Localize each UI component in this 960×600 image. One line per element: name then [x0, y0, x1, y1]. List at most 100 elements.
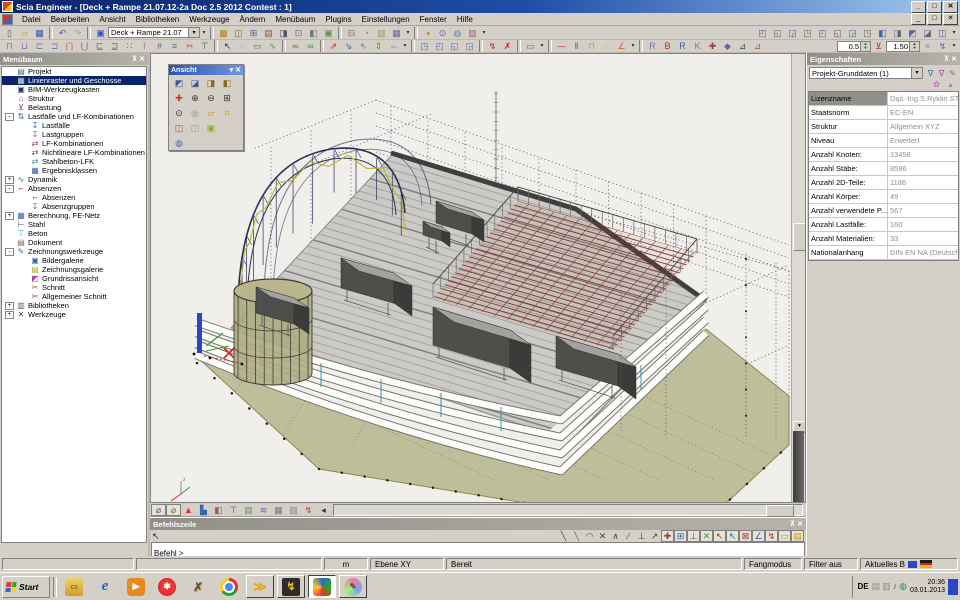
- taskbar-tools-app[interactable]: ✗: [184, 575, 212, 598]
- view-custom-icon[interactable]: ◫: [935, 27, 950, 39]
- undo-icon[interactable]: ↶: [55, 27, 70, 39]
- select-rect-icon[interactable]: ▭: [250, 40, 265, 52]
- draw-frame-icon[interactable]: ⊓: [584, 40, 599, 52]
- dropdown-arrow-icon[interactable]: ▾: [950, 40, 958, 52]
- sidebar-item-struktur[interactable]: ⌂Struktur: [2, 94, 146, 103]
- sidebar-item-nichtlineare-lf-kombinationen[interactable]: ⇄Nichtlineare LF-Kombinationen: [2, 148, 146, 157]
- snap-line-icon[interactable]: ╲: [557, 530, 570, 542]
- sidebar-item-bildergalerie[interactable]: ▣Bildergalerie: [2, 256, 146, 265]
- hscroll-thumb[interactable]: [766, 505, 794, 517]
- clean-icon[interactable]: ◑: [420, 27, 435, 39]
- rib-icon[interactable]: ⋃: [77, 40, 92, 52]
- zoom-out-icon[interactable]: ⊖: [203, 91, 219, 104]
- grid-1-icon[interactable]: ◳: [417, 40, 432, 52]
- clip-plane-icon[interactable]: ◫: [187, 121, 203, 134]
- load-panel-icon[interactable]: ∷: [122, 40, 137, 52]
- snap-length-icon[interactable]: ↯: [765, 530, 778, 542]
- snap-cross-icon[interactable]: ✕: [596, 530, 609, 542]
- menu-datei[interactable]: Datei: [17, 14, 46, 25]
- sidebar-item-bibliotheken[interactable]: +▥Bibliotheken: [2, 301, 146, 310]
- sidebar-item-bim-werkzeugkasten[interactable]: ▣BIM-Werkzeugkasten: [2, 85, 146, 94]
- render-wire-icon[interactable]: ⌀: [151, 504, 166, 516]
- rotate-icon[interactable]: ⇖: [356, 40, 371, 52]
- vscroll-thumb[interactable]: [793, 223, 806, 251]
- property-row[interactable]: Anzahl Materialien:33: [809, 232, 958, 246]
- render-mode-icon[interactable]: ▣: [203, 121, 219, 134]
- show-labels-icon[interactable]: ◧: [211, 504, 226, 516]
- show-nodes-icon[interactable]: ⊤: [226, 504, 241, 516]
- menu-bibliotheken[interactable]: Bibliotheken: [131, 14, 185, 25]
- move-icon[interactable]: ⇗: [326, 40, 341, 52]
- opening-icon[interactable]: ⊑: [92, 40, 107, 52]
- property-row[interactable]: NationalanhangDIN EN NA (Deutschlan...: [809, 246, 958, 260]
- draw-circle-icon[interactable]: ○: [599, 40, 614, 52]
- unlink-icon[interactable]: ∞: [303, 40, 318, 52]
- model-viewport[interactable]: z x Ansicht ▾✕ ◩◪◨◧✚⊕⊖⊞⊙◎▱¤◫◫▣◍ ▼: [150, 53, 806, 503]
- zoom-doc-icon[interactable]: ⊙: [435, 27, 450, 39]
- snap-box-icon[interactable]: ▭: [778, 530, 791, 542]
- status-snap-mode[interactable]: Fangmodus: [744, 558, 802, 570]
- view-bottom-icon[interactable]: ◱: [830, 27, 845, 39]
- export-icon[interactable]: ▦: [389, 27, 404, 39]
- grid-2-icon[interactable]: ◰: [432, 40, 447, 52]
- label-r1-icon[interactable]: R: [645, 40, 660, 52]
- close-icon[interactable]: ✕: [139, 55, 145, 63]
- dropdown-arrow-icon[interactable]: ▾: [538, 40, 546, 52]
- property-row[interactable]: Anzahl Stäbe:8586: [809, 162, 958, 176]
- grid-3-icon[interactable]: ◱: [447, 40, 462, 52]
- property-row[interactable]: NiveauErweitert: [809, 134, 958, 148]
- status-filter[interactable]: Filter aus: [804, 558, 858, 570]
- link-icon[interactable]: ∞: [288, 40, 303, 52]
- diamond-icon[interactable]: ◆: [720, 40, 735, 52]
- snap-size-spinner[interactable]: 0.5▲▼: [837, 41, 871, 52]
- sidebar-item-allgemeiner-schnitt[interactable]: ✂Allgemeiner Schnitt: [2, 292, 146, 301]
- snap-perp-icon[interactable]: ⊥: [635, 530, 648, 542]
- tri-1-icon[interactable]: ⊿: [735, 40, 750, 52]
- open-icon[interactable]: ▱: [17, 27, 32, 39]
- tri-2-icon[interactable]: ⊿: [750, 40, 765, 52]
- tree-expand-icon[interactable]: +: [5, 176, 14, 184]
- taskbar-file-explorer[interactable]: ▭: [60, 575, 88, 598]
- tree-expand-icon[interactable]: -: [5, 113, 14, 121]
- delete-load-icon[interactable]: ↯: [485, 40, 500, 52]
- menu-hilfe[interactable]: Hilfe: [452, 14, 478, 25]
- bolt-display-icon[interactable]: ↯: [935, 40, 950, 52]
- scia-app-icon[interactable]: [2, 1, 13, 12]
- printer-icon[interactable]: ▤: [872, 581, 881, 592]
- print-icon[interactable]: ⊟: [344, 27, 359, 39]
- rotate-view-4-icon[interactable]: ◧: [219, 76, 235, 89]
- menu-bearbeiten[interactable]: Bearbeiten: [46, 14, 95, 25]
- view-front-icon[interactable]: ◰: [755, 27, 770, 39]
- beam-icon[interactable]: ⊓: [2, 40, 17, 52]
- mdi-minimize-button[interactable]: _: [911, 13, 926, 25]
- label-r2-icon[interactable]: R: [675, 40, 690, 52]
- sidebar-item-ergebnisklassen[interactable]: ▦Ergebnisklassen: [2, 166, 146, 175]
- web-icon[interactable]: ◍: [450, 27, 465, 39]
- sidebar-item-belastung[interactable]: ⊻Belastung: [2, 103, 146, 112]
- tendon-icon[interactable]: ∺: [182, 40, 197, 52]
- label-k-icon[interactable]: K: [690, 40, 705, 52]
- language-indicator[interactable]: DE: [857, 582, 868, 591]
- sidebar-item-stahl[interactable]: ⊢Stahl: [2, 220, 146, 229]
- select-lasso-icon[interactable]: ◌: [235, 40, 250, 52]
- menu-einstellungen[interactable]: Einstellungen: [357, 14, 415, 25]
- sidebar-item-lastf-lle[interactable]: ↧Lastfälle: [2, 121, 146, 130]
- tree-expand-icon[interactable]: -: [5, 248, 14, 256]
- grid-4-icon[interactable]: ◲: [462, 40, 477, 52]
- new-icon[interactable]: ▯: [2, 27, 17, 39]
- tree-expand-icon[interactable]: +: [5, 311, 14, 319]
- bar-collapse-icon[interactable]: ◂: [316, 504, 331, 516]
- copy-icon[interactable]: ⇘: [341, 40, 356, 52]
- show-supports-icon[interactable]: ▲: [181, 504, 196, 516]
- show-results-icon[interactable]: ↯: [301, 504, 316, 516]
- taskbar-paint-app[interactable]: ✎: [339, 575, 367, 598]
- viewport-vscrollbar[interactable]: ▼: [791, 54, 805, 502]
- snap-arc-icon[interactable]: ◠: [583, 530, 596, 542]
- sidebar-item-dynamik[interactable]: +∿Dynamik: [2, 175, 146, 184]
- dropdown-arrow-icon[interactable]: ▾: [200, 27, 208, 39]
- view-persp3-icon[interactable]: ◩: [905, 27, 920, 39]
- wave-display-icon[interactable]: ≈: [920, 40, 935, 52]
- light-toggle-icon[interactable]: ¤: [219, 106, 235, 119]
- start-button[interactable]: Start: [2, 576, 50, 598]
- snap-ortho-icon[interactable]: ⊥: [687, 530, 700, 542]
